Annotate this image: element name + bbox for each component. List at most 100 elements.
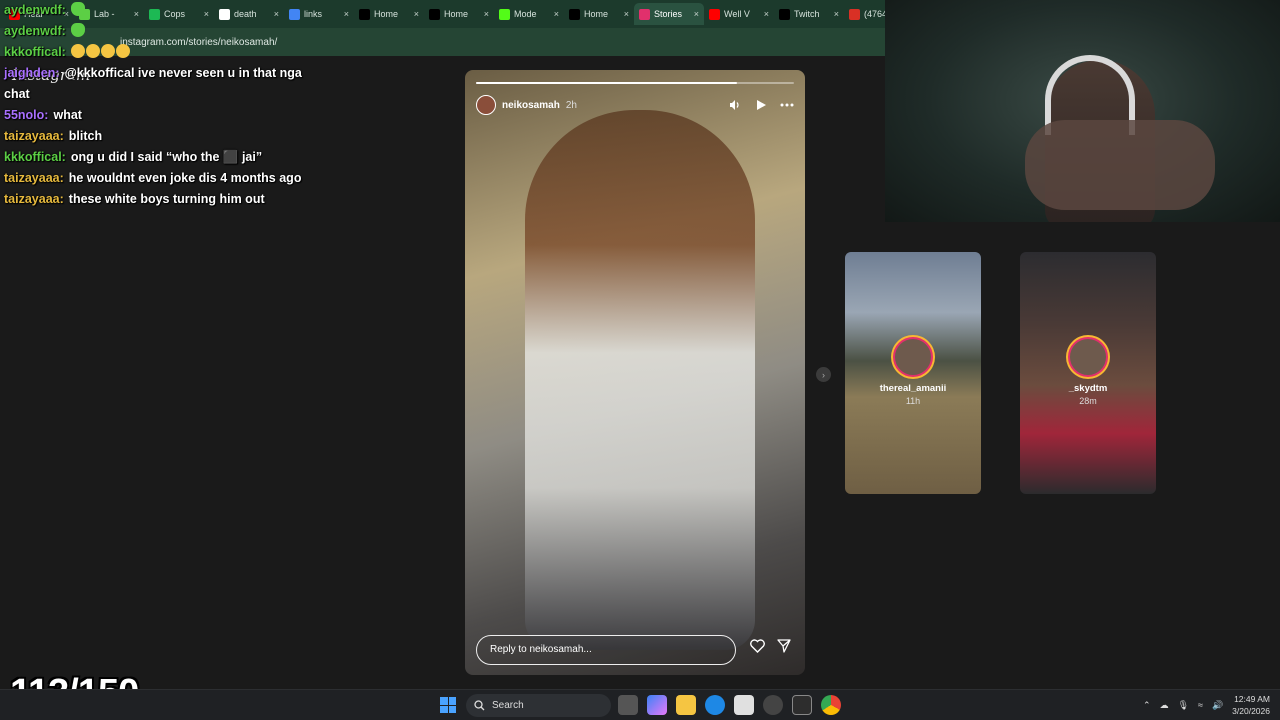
webcam-feed — [885, 0, 1280, 222]
reply-input[interactable]: Reply to neikosamah... — [476, 635, 736, 665]
send-icon[interactable] — [777, 639, 791, 658]
chat-message: taizayaaa blitch — [4, 126, 314, 147]
close-icon[interactable]: × — [624, 9, 629, 19]
chat-message: jaighden@kkkoffical ive never seen u in … — [4, 63, 314, 105]
chat-message: kkkoffical ong u did I said “who the ⬛ ja… — [4, 147, 314, 168]
browser-tab[interactable]: Well V × — [704, 3, 774, 25]
story-viewer[interactable]: neikosamah 2h Reply to neikosamah... — [465, 70, 805, 675]
reply-actions — [750, 639, 791, 658]
tab-label: Stories — [654, 9, 683, 19]
tab-label: Well V — [724, 9, 750, 19]
preview-time: 28m — [1079, 396, 1097, 406]
more-options-icon[interactable] — [780, 98, 794, 112]
stream-chat-overlay: aydenwdf aydenwdf kkkoffical jaighden@kkkof… — [4, 0, 314, 210]
chat-username[interactable]: kkkoffical — [4, 45, 66, 59]
emote-icon — [85, 44, 100, 58]
browser-tab[interactable]: Mode × — [494, 3, 564, 25]
story-progress-bar — [476, 82, 794, 84]
taskbar: Search ⌃ ☁ 🎙 ≈ 🔊 12:49 AM 3/20/2026 — [0, 689, 1280, 720]
tab-label: Home — [584, 9, 609, 19]
taskbar-apps — [618, 695, 841, 715]
emote-icon — [70, 2, 85, 16]
preview-username: thereal_amanii — [879, 383, 947, 394]
close-icon[interactable]: × — [834, 9, 839, 19]
file-explorer-icon[interactable] — [676, 695, 696, 715]
emote-icon — [70, 23, 85, 37]
chrome-icon[interactable] — [821, 695, 841, 715]
chat-username[interactable]: jaighden — [4, 66, 60, 80]
story-avatar[interactable] — [476, 95, 496, 115]
chat-username[interactable]: 55nolo — [4, 108, 48, 122]
tiktok-icon — [779, 8, 790, 20]
tab-label: (4764 — [864, 9, 885, 19]
story-username[interactable]: neikosamah — [502, 100, 560, 111]
chat-username[interactable]: kkkoffical — [4, 150, 66, 164]
story-header: neikosamah 2h — [476, 94, 794, 116]
play-icon[interactable] — [754, 98, 768, 112]
mute-icon[interactable] — [728, 98, 742, 112]
close-icon[interactable]: × — [484, 9, 489, 19]
clock-time: 12:49 AM — [1234, 694, 1270, 704]
chat-text: blitch — [68, 129, 103, 143]
wifi-icon[interactable]: ≈ — [1198, 700, 1203, 710]
browser-tab[interactable]: (4764× — [844, 3, 885, 25]
copilot-icon[interactable] — [647, 695, 667, 715]
clock[interactable]: 12:49 AM 3/20/2026 — [1232, 693, 1270, 717]
hand-shape — [1025, 120, 1215, 210]
chat-username[interactable]: taizayaaa — [4, 171, 64, 185]
chat-message: kkkoffical — [4, 42, 314, 63]
chat-username[interactable]: aydenwdf — [4, 24, 66, 38]
story-media — [525, 110, 755, 650]
youtube-icon — [709, 8, 720, 20]
story-preview-card[interactable]: _skydtm 28m — [1020, 252, 1156, 494]
chat-message: taizayaaa he wouldnt even joke dis 4 mont… — [4, 168, 314, 189]
windows-start-icon[interactable] — [440, 697, 456, 713]
chat-message: aydenwdf — [4, 0, 314, 21]
app-icon — [849, 8, 860, 20]
next-story-arrow-icon[interactable]: › — [816, 367, 831, 382]
emote-icon — [100, 44, 115, 58]
tab-label: Twitch — [794, 9, 820, 19]
story-preview-card[interactable]: thereal_amanii 11h — [845, 252, 981, 494]
close-icon[interactable]: × — [344, 9, 349, 19]
browser-tab[interactable]: Twitch × — [774, 3, 844, 25]
edge-icon[interactable] — [705, 695, 725, 715]
chat-message: taizayaaa these white boys turning him ou… — [4, 189, 314, 210]
chat-text: he wouldnt even joke dis 4 months ago — [68, 171, 302, 185]
search-icon — [474, 700, 485, 711]
volume-icon[interactable]: 🔊 — [1212, 700, 1223, 711]
chat-username[interactable]: aydenwdf — [4, 3, 66, 17]
chevron-up-icon[interactable]: ⌃ — [1143, 700, 1151, 711]
browser-tab[interactable]: Home × — [354, 3, 424, 25]
story-progress-fill — [476, 82, 737, 84]
avatar — [1068, 337, 1108, 377]
preview-time: 11h — [905, 396, 921, 406]
browser-tab[interactable]: Stories × — [634, 3, 704, 25]
app-icon[interactable] — [792, 695, 812, 715]
taskbar-search[interactable]: Search — [466, 694, 611, 717]
close-icon[interactable]: × — [764, 9, 769, 19]
close-icon[interactable]: × — [414, 9, 419, 19]
chat-text: ong u did I said “who the ⬛ jai” — [70, 150, 263, 164]
tab-label: Home — [374, 9, 399, 19]
story-timestamp: 2h — [565, 99, 577, 111]
close-icon[interactable]: × — [694, 9, 699, 19]
x-icon — [569, 8, 580, 20]
task-view-icon[interactable] — [618, 695, 638, 715]
search-label: Search — [492, 700, 524, 711]
close-icon[interactable]: × — [554, 9, 559, 19]
store-icon[interactable] — [734, 695, 754, 715]
heart-icon[interactable] — [750, 639, 765, 658]
chat-username[interactable]: taizayaaa — [4, 129, 64, 143]
chat-username[interactable]: taizayaaa — [4, 192, 64, 206]
avatar — [893, 337, 933, 377]
microphone-icon[interactable]: 🎙 — [1178, 700, 1189, 711]
system-tray: ⌃ ☁ 🎙 ≈ 🔊 12:49 AM 3/20/2026 — [1143, 693, 1270, 717]
obs-icon[interactable] — [763, 695, 783, 715]
browser-tab[interactable]: Home × — [424, 3, 494, 25]
tab-label: Mode — [514, 9, 537, 19]
kick-icon — [499, 8, 510, 20]
browser-tab[interactable]: Home × — [564, 3, 634, 25]
cloud-icon[interactable]: ☁ — [1160, 700, 1169, 711]
chat-text: these white boys turning him out — [68, 192, 265, 206]
